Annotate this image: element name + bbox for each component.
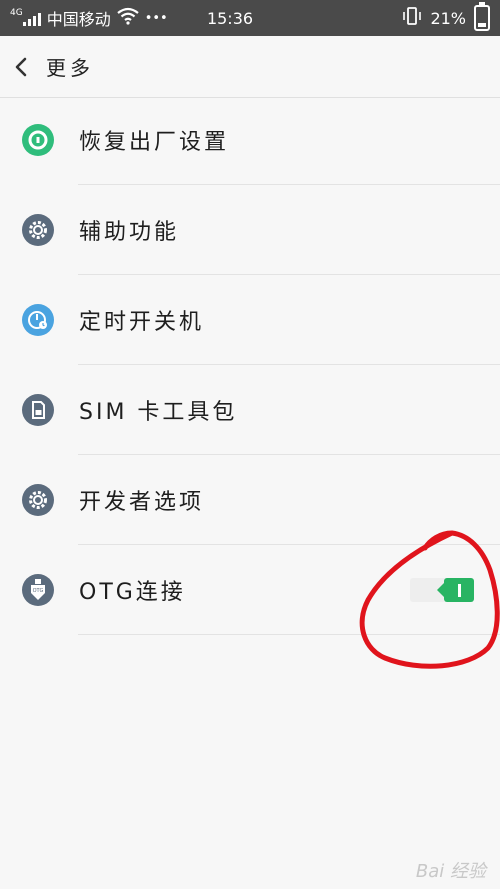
status-bar: 4G 中国移动 ••• 15:36 21% — [0, 0, 500, 36]
status-right: 21% — [290, 2, 490, 31]
list-item-label: 定时开关机 — [79, 310, 205, 335]
network-type: 4G — [10, 7, 23, 18]
signal-icon — [22, 10, 41, 26]
list-item-accessibility[interactable]: 辅助功能 — [0, 185, 500, 275]
svg-text:OTG: OTG — [33, 588, 44, 594]
divider — [78, 634, 500, 635]
watermark: Bai 经验 — [415, 861, 486, 882]
page-title: 更多 — [46, 56, 94, 80]
settings-list: 恢复出厂设置 辅助功能 定时开关机 SIM 卡工具包 开发者选项 OTG OTG… — [0, 95, 500, 635]
otg-toggle[interactable] — [410, 578, 474, 602]
list-item-label: OTG连接 — [79, 580, 186, 605]
list-item-label: 恢复出厂设置 — [79, 130, 230, 155]
list-item-label: SIM 卡工具包 — [79, 400, 238, 425]
gear-icon — [22, 484, 54, 516]
clock: 15:36 — [206, 8, 254, 28]
list-item-otg[interactable]: OTG OTG连接 — [0, 545, 500, 635]
otg-icon: OTG — [22, 574, 54, 606]
list-item-factory-reset[interactable]: 恢复出厂设置 — [0, 95, 500, 185]
wifi-icon — [117, 7, 139, 29]
back-button[interactable] — [14, 52, 36, 82]
list-item-label: 开发者选项 — [79, 490, 205, 515]
chevron-left-icon — [15, 57, 27, 76]
sim-card-icon — [22, 394, 54, 426]
vibrate-icon — [402, 6, 422, 30]
restore-icon — [22, 124, 54, 156]
battery-percent: 21% — [430, 8, 466, 28]
list-item-scheduled-power[interactable]: 定时开关机 — [0, 275, 500, 365]
list-item-sim-toolkit[interactable]: SIM 卡工具包 — [0, 365, 500, 455]
list-item-label: 辅助功能 — [79, 220, 180, 245]
more-notifications-icon: ••• — [144, 10, 168, 26]
app-header: 更多 — [0, 36, 500, 98]
clock-power-icon — [22, 304, 54, 336]
gear-icon — [22, 214, 54, 246]
battery-icon — [474, 2, 490, 31]
carrier-name: 中国移动 — [46, 10, 111, 29]
list-item-developer-options[interactable]: 开发者选项 — [0, 455, 500, 545]
toggle-knob — [437, 578, 474, 602]
